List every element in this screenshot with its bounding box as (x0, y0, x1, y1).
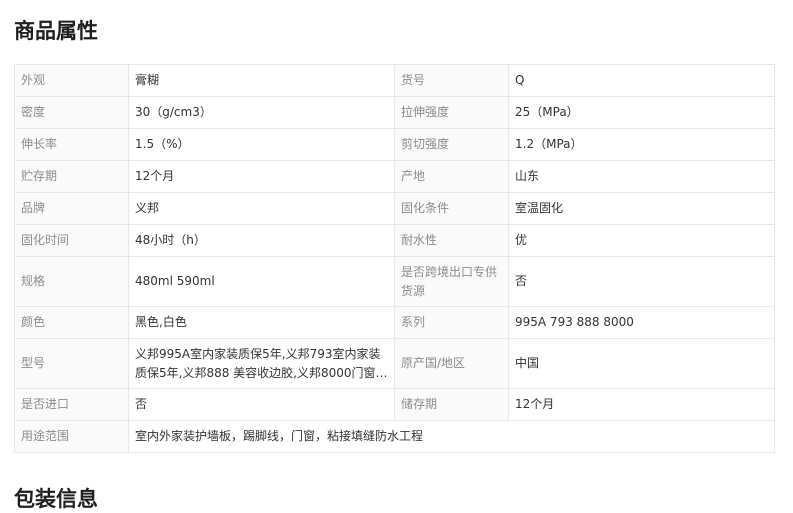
attr-value: 12个月 (508, 388, 775, 421)
table-row: 密度 30（g/cm3） 拉伸强度 25（MPa） (14, 96, 775, 129)
attr-key: 固化时间 (14, 224, 129, 257)
table-row: 颜色 黑色,白色 系列 995A 793 888 8000 (14, 306, 775, 339)
attr-key: 伸长率 (14, 128, 129, 161)
table-row: 规格 480ml 590ml 是否跨境出口专供货源 否 (14, 256, 775, 307)
attr-key: 型号 (14, 338, 129, 389)
table-row: 伸长率 1.5（%） 剪切强度 1.2（MPa） (14, 128, 775, 161)
attr-value: 480ml 590ml (128, 256, 395, 307)
attr-key: 原产国/地区 (394, 338, 509, 389)
attr-value: 中国 (508, 338, 775, 389)
attr-value: 48小时（h） (128, 224, 395, 257)
table-row: 贮存期 12个月 产地 山东 (14, 160, 775, 193)
attr-key: 用途范围 (14, 420, 129, 453)
attr-value: 25（MPa） (508, 96, 775, 129)
product-detail-page: 商品属性 外观 膏糊 货号 Q 密度 30（g/cm3） 拉伸强度 25（MPa… (0, 0, 793, 511)
attr-key: 密度 (14, 96, 129, 129)
attr-value: 黑色,白色 (128, 306, 395, 339)
attr-key: 固化条件 (394, 192, 509, 225)
attr-key: 产地 (394, 160, 509, 193)
attr-key: 耐水性 (394, 224, 509, 257)
attr-key: 颜色 (14, 306, 129, 339)
attr-value: Q (508, 64, 775, 97)
attr-value: 1.5（%） (128, 128, 395, 161)
table-row: 型号 义邦995A室内家装质保5年,义邦793室内家装质保5年,义邦888 美容… (14, 338, 775, 389)
table-row: 用途范围 室内外家装护墙板，踢脚线，门窗，粘接填缝防水工程 (14, 420, 775, 453)
attr-key: 品牌 (14, 192, 129, 225)
attr-key: 外观 (14, 64, 129, 97)
attr-key: 系列 (394, 306, 509, 339)
attr-key: 拉伸强度 (394, 96, 509, 129)
attr-key: 是否进口 (14, 388, 129, 421)
attr-value: 义邦 (128, 192, 395, 225)
table-row: 外观 膏糊 货号 Q (14, 64, 775, 97)
attr-value: 膏糊 (128, 64, 395, 97)
table-row: 品牌 义邦 固化条件 室温固化 (14, 192, 775, 225)
attr-key: 规格 (14, 256, 129, 307)
attr-key: 货号 (394, 64, 509, 97)
attr-value: 室温固化 (508, 192, 775, 225)
attr-key: 贮存期 (14, 160, 129, 193)
attr-value-text: 义邦995A室内家装质保5年,义邦793室内家装质保5年,义邦888 美容收边胶… (135, 346, 388, 380)
attr-value: 义邦995A室内家装质保5年,义邦793室内家装质保5年,义邦888 美容收边胶… (128, 338, 395, 389)
table-row: 固化时间 48小时（h） 耐水性 优 (14, 224, 775, 257)
attr-key: 是否跨境出口专供货源 (394, 256, 509, 307)
attr-value: 1.2（MPa） (508, 128, 775, 161)
attr-key: 储存期 (394, 388, 509, 421)
product-attributes-title: 商品属性 (14, 19, 98, 43)
attr-value: 否 (128, 388, 395, 421)
attr-value: 山东 (508, 160, 775, 193)
attr-value: 12个月 (128, 160, 395, 193)
attributes-table: 外观 膏糊 货号 Q 密度 30（g/cm3） 拉伸强度 25（MPa） 伸长率… (14, 64, 775, 453)
attr-value: 否 (508, 256, 775, 307)
attr-value: 995A 793 888 8000 (508, 306, 775, 339)
table-row: 是否进口 否 储存期 12个月 (14, 388, 775, 421)
packaging-info-title: 包装信息 (14, 487, 98, 511)
attr-value: 优 (508, 224, 775, 257)
attr-key: 剪切强度 (394, 128, 509, 161)
attr-value: 室内外家装护墙板，踢脚线，门窗，粘接填缝防水工程 (128, 420, 775, 453)
attr-value: 30（g/cm3） (128, 96, 395, 129)
